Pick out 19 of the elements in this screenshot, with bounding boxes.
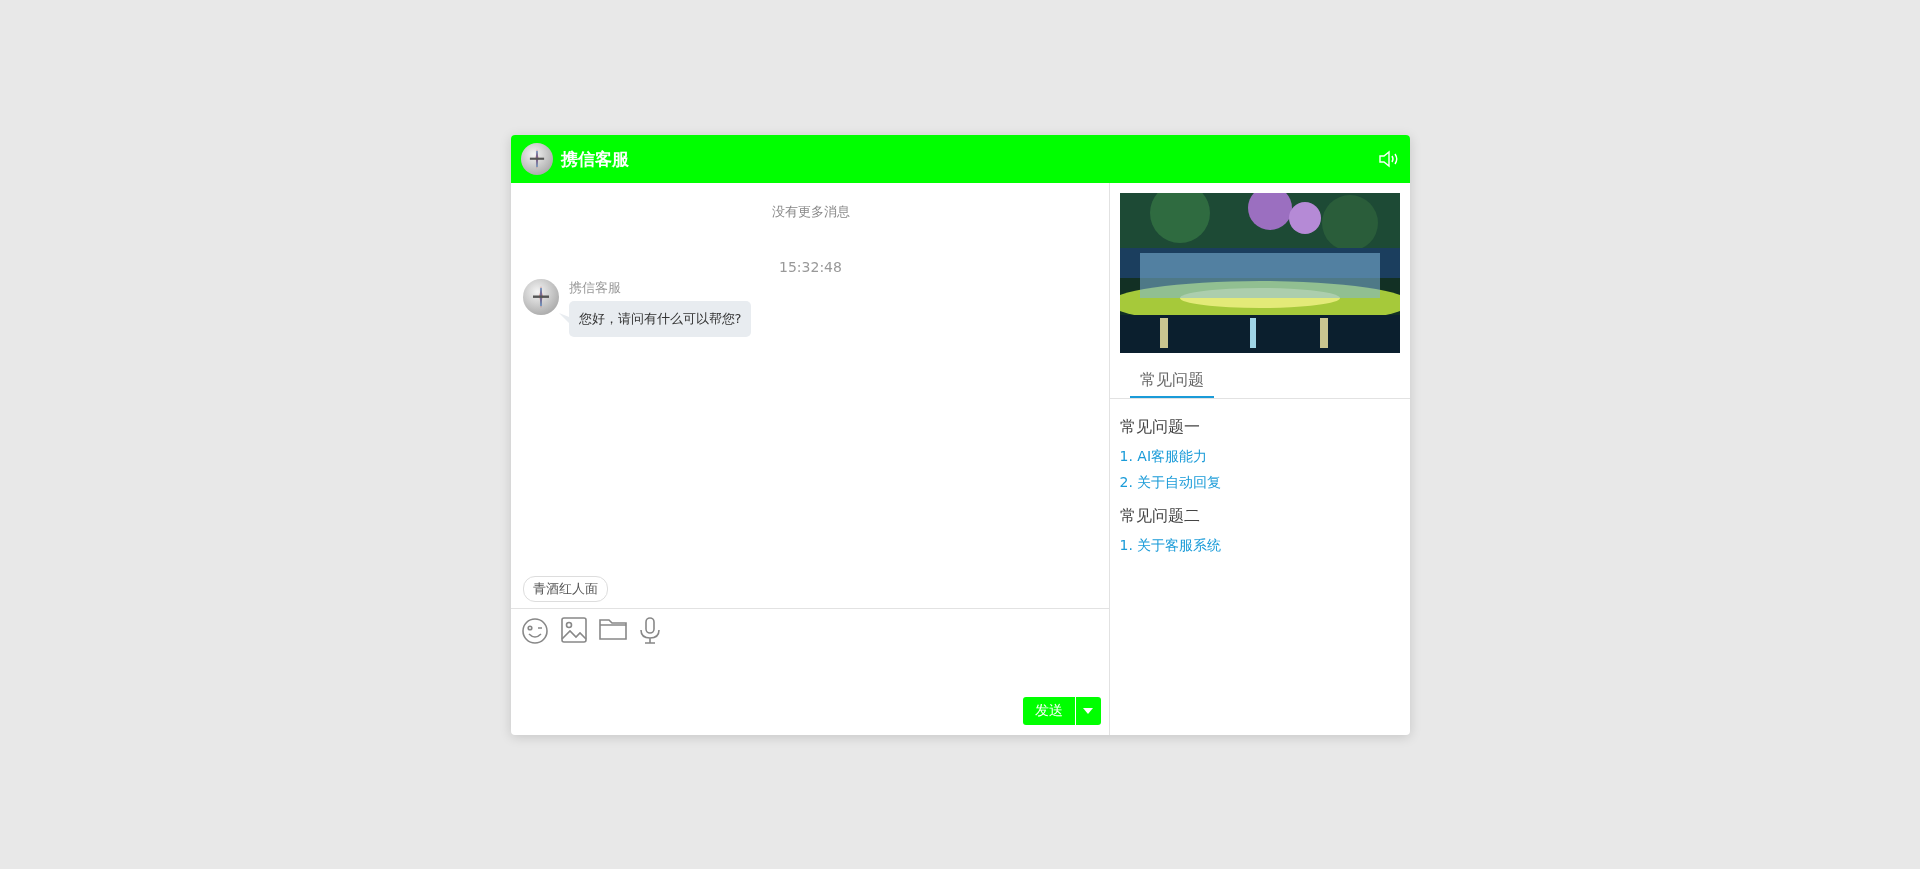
avatar-icon — [520, 143, 553, 175]
no-more-messages: 没有更多消息 — [771, 203, 850, 221]
faq-link[interactable]: 2. 关于自动回复 — [1119, 474, 1400, 492]
faq-link[interactable]: 1. 关于客服系统 — [1119, 537, 1400, 555]
quick-reply-chip[interactable]: 青酒红人面 — [522, 576, 608, 602]
microphone-icon[interactable] — [638, 617, 661, 645]
faq-link[interactable]: 1. AI客服能力 — [1119, 448, 1400, 466]
message-time: 15:32:48 — [779, 259, 842, 275]
message-bubble: 您好，请问有什么可以帮您? — [568, 301, 752, 337]
faq-tab[interactable]: 常见问题 — [1129, 370, 1214, 398]
folder-icon[interactable] — [598, 617, 627, 641]
caret-icon — [1083, 708, 1093, 714]
faq-group-title: 常见问题一 — [1119, 417, 1201, 438]
sender-name: 携信客服 — [568, 279, 621, 297]
emoji-icon[interactable] — [520, 617, 549, 645]
faq-group-title: 常见问题二 — [1119, 506, 1201, 527]
window-title: 携信客服 — [560, 147, 630, 171]
image-icon[interactable] — [560, 617, 587, 643]
avatar-icon — [522, 279, 559, 315]
